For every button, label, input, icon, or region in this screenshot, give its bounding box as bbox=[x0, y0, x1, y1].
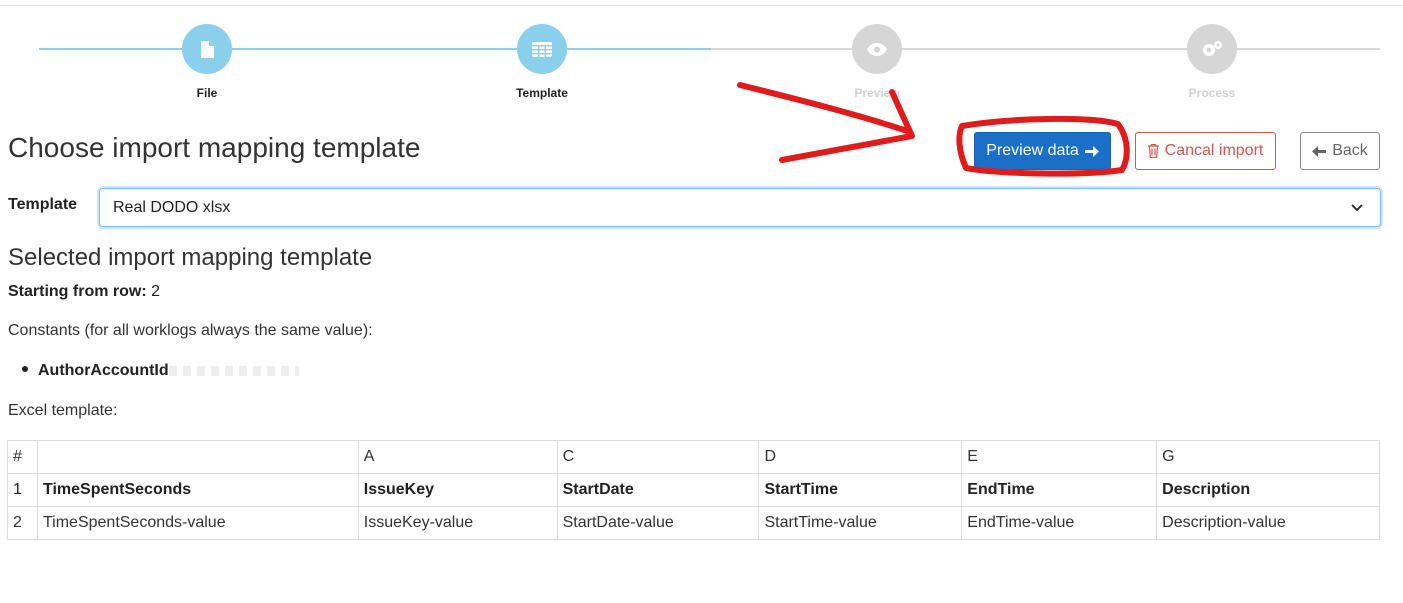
step-template[interactable]: Template bbox=[482, 24, 602, 100]
table-cell: Description bbox=[1156, 473, 1380, 507]
step-file[interactable]: File bbox=[147, 24, 267, 100]
table-cell: StartTime bbox=[758, 473, 963, 507]
step-template-circle bbox=[517, 24, 567, 74]
starting-row-value: 2 bbox=[151, 283, 161, 300]
trash-icon bbox=[1147, 144, 1159, 158]
selected-template-heading: Selected import mapping template bbox=[8, 244, 373, 271]
constants-text: Constants (for all worklogs always the s… bbox=[8, 322, 373, 339]
back-button[interactable]: Back bbox=[1300, 132, 1380, 170]
template-label: Template bbox=[8, 196, 78, 213]
back-label: Back bbox=[1332, 142, 1368, 159]
step-process-circle bbox=[1187, 24, 1237, 74]
table-cell: IssueKey bbox=[357, 473, 558, 507]
starting-row: Starting from row: 2 bbox=[8, 283, 160, 301]
table-header-cell bbox=[36, 440, 359, 474]
cancel-import-button[interactable]: Cancal import bbox=[1135, 132, 1276, 170]
excel-template-table: # A C D E G 1 TimeSpentSeconds IssueKey … bbox=[7, 440, 1380, 540]
table-header-cell: C bbox=[556, 440, 760, 474]
step-file-label: File bbox=[196, 86, 218, 100]
cancel-import-label: Cancal import bbox=[1164, 142, 1264, 159]
table-row: 2 TimeSpentSeconds-value IssueKey-value … bbox=[7, 506, 1380, 540]
chevron-down-icon bbox=[1351, 204, 1363, 212]
preview-data-button[interactable]: Preview data bbox=[974, 132, 1111, 170]
table-header-cell: A bbox=[357, 440, 558, 474]
table-header-cell: G bbox=[1156, 440, 1380, 474]
stepper-progress-done bbox=[39, 48, 711, 50]
arrow-left-icon bbox=[1312, 145, 1327, 157]
constants-list: AuthorAccountId bbox=[22, 362, 299, 380]
gears-icon bbox=[1203, 41, 1222, 56]
table-header-cell: # bbox=[7, 440, 38, 474]
table-cell: 2 bbox=[7, 506, 38, 540]
table-header-cell: E bbox=[961, 440, 1158, 474]
step-file-circle bbox=[182, 24, 232, 74]
column-letters-row: # A C D E G bbox=[7, 440, 1380, 474]
import-stepper: File Template Preview Process bbox=[0, 0, 1403, 110]
table-cell: StartDate bbox=[556, 473, 760, 507]
table-row: 1 TimeSpentSeconds IssueKey StartDate St… bbox=[7, 473, 1380, 507]
template-select[interactable]: Real DODO xlsx bbox=[99, 188, 1381, 227]
stepper-progress-remaining bbox=[711, 48, 1380, 50]
step-preview-circle bbox=[852, 24, 902, 74]
table-cell: StartDate-value bbox=[556, 506, 760, 540]
table-cell: TimeSpentSeconds bbox=[36, 473, 359, 507]
table-cell: Description-value bbox=[1156, 506, 1380, 540]
table-icon bbox=[532, 41, 552, 57]
step-preview-label: Preview bbox=[854, 86, 900, 100]
step-template-label: Template bbox=[516, 86, 568, 100]
table-header-cell: D bbox=[758, 440, 963, 474]
table-cell: EndTime bbox=[961, 473, 1158, 507]
preview-data-label: Preview data bbox=[986, 142, 1079, 159]
redacted-value bbox=[168, 365, 299, 376]
step-process-label: Process bbox=[1188, 86, 1236, 100]
template-select-value: Real DODO xlsx bbox=[113, 198, 231, 216]
starting-row-label: Starting from row: bbox=[8, 283, 147, 300]
page-title: Choose import mapping template bbox=[8, 132, 421, 163]
constant-name: AuthorAccountId bbox=[38, 362, 169, 379]
step-process[interactable]: Process bbox=[1152, 24, 1272, 100]
bullet-icon bbox=[22, 365, 28, 372]
step-preview[interactable]: Preview bbox=[817, 24, 937, 100]
eye-icon bbox=[867, 42, 887, 56]
arrow-right-icon bbox=[1084, 145, 1099, 157]
table-cell: 1 bbox=[7, 473, 38, 507]
table-cell: TimeSpentSeconds-value bbox=[36, 506, 359, 540]
table-cell: IssueKey-value bbox=[357, 506, 558, 540]
file-icon bbox=[201, 40, 214, 58]
table-cell: StartTime-value bbox=[758, 506, 963, 540]
table-cell: EndTime-value bbox=[961, 506, 1158, 540]
excel-template-label: Excel template: bbox=[8, 402, 118, 419]
